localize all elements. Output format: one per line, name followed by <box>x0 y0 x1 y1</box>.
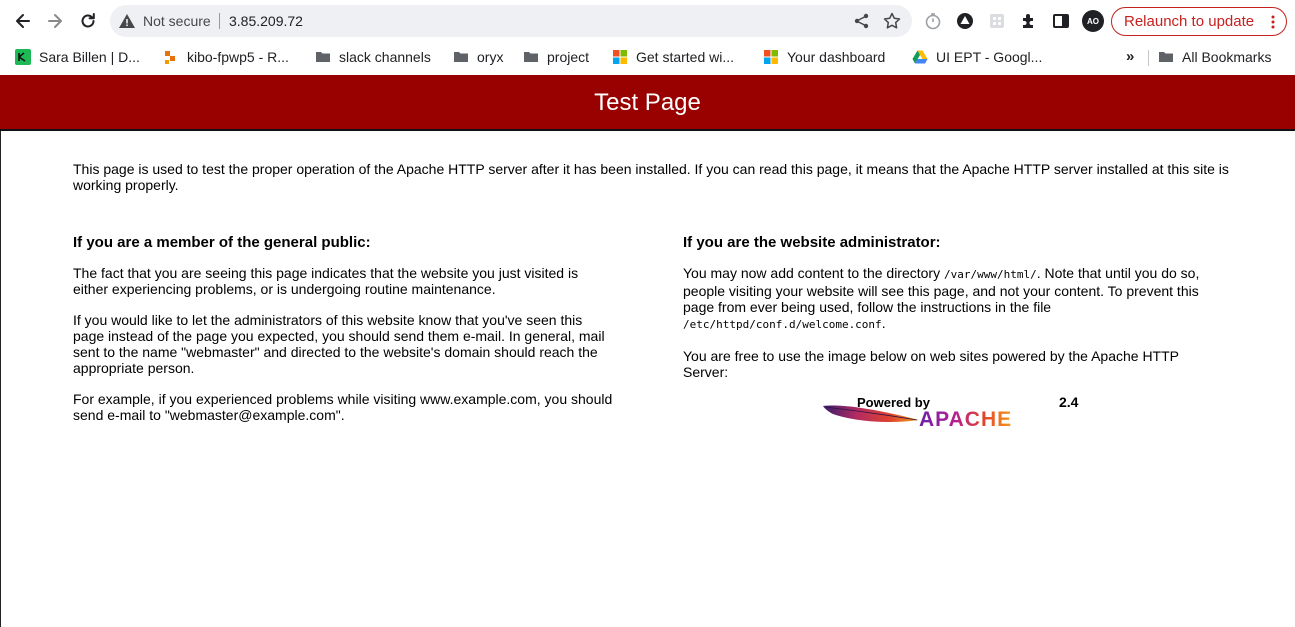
bookmark-folder[interactable]: oryx <box>453 48 503 66</box>
folder-icon <box>316 52 330 62</box>
security-status[interactable]: Not secure <box>143 13 211 29</box>
public-paragraph-3: For example, if you experienced problems… <box>73 391 613 423</box>
admin-text-before: You may now add content to the directory <box>683 265 944 281</box>
kebab-menu-icon[interactable] <box>1269 14 1277 30</box>
extension-grid-icon[interactable] <box>987 11 1007 31</box>
bookmark-item[interactable]: Your dashboard <box>763 48 885 66</box>
extension-triangle-icon[interactable] <box>955 11 975 31</box>
folder-icon <box>1159 52 1173 62</box>
bookmark-label: Sara Billen | D... <box>39 49 140 65</box>
reload-button[interactable] <box>76 9 100 33</box>
microsoft-icon <box>613 50 627 64</box>
apache-version: 2.4 <box>1059 394 1079 410</box>
general-public-heading: If you are a member of the general publi… <box>73 234 371 251</box>
relaunch-to-update-button[interactable]: Relaunch to update <box>1111 7 1287 36</box>
intro-paragraph: This page is used to test the proper ope… <box>73 161 1229 193</box>
public-paragraph-2: If you would like to let the administrat… <box>73 312 605 376</box>
administrator-heading: If you are the website administrator: <box>683 234 941 251</box>
green-favicon-icon <box>15 49 31 65</box>
bookmark-folder[interactable]: project <box>523 48 589 66</box>
all-bookmarks-button[interactable]: All Bookmarks <box>1158 48 1271 66</box>
forward-arrow-icon <box>48 14 62 28</box>
bookmark-item[interactable]: Sara Billen | D... <box>15 48 140 66</box>
back-arrow-icon <box>16 14 30 28</box>
omnibox-divider <box>219 13 220 29</box>
bookmark-label: oryx <box>477 49 504 65</box>
bookmark-label: project <box>547 49 590 65</box>
document-root-path: /var/www/html/ <box>943 268 1037 281</box>
address-bar[interactable]: Not secure 3.85.209.72 <box>110 5 912 37</box>
google-drive-icon <box>912 50 928 64</box>
microsoft-icon <box>764 50 778 64</box>
folder-icon <box>454 52 468 62</box>
extensions-puzzle-icon[interactable] <box>1019 11 1039 31</box>
url-text[interactable]: 3.85.209.72 <box>229 13 303 29</box>
bookmark-star-icon[interactable] <box>882 11 902 31</box>
page-banner: Test Page <box>0 75 1295 131</box>
bookmark-folder[interactable]: slack channels <box>315 48 431 66</box>
public-paragraph-1: The fact that you are seeing this page i… <box>73 265 579 297</box>
profile-avatar[interactable]: AO <box>1082 10 1104 32</box>
bookmark-item[interactable]: kibo-fpwp5 - R... <box>163 48 289 66</box>
admin-paragraph-1: You may now add content to the directory… <box>683 265 1223 333</box>
side-panel-icon[interactable] <box>1051 11 1071 31</box>
page-title: Test Page <box>594 89 701 116</box>
bookmark-item[interactable]: Get started wi... <box>612 48 734 66</box>
admin-paragraph-2: You are free to use the image below on w… <box>683 348 1179 380</box>
browser-toolbar: Not secure 3.85.209.72 AO Relaunch to up… <box>0 0 1295 42</box>
bookmark-label: Get started wi... <box>636 49 735 65</box>
welcome-conf-path: /etc/httpd/conf.d/welcome.conf <box>683 318 882 331</box>
forward-button[interactable] <box>43 9 67 33</box>
powered-by-apache-badge: Powered by 2.4 APACHE <box>821 394 1085 431</box>
orange-favicon-icon <box>165 51 175 64</box>
all-bookmarks-label: All Bookmarks <box>1182 49 1272 65</box>
warning-triangle-icon[interactable] <box>118 12 136 30</box>
page-border <box>0 131 1 627</box>
administrator-section: If you are the website administrator: Yo… <box>683 234 1223 431</box>
extension-timer-icon[interactable] <box>923 11 943 31</box>
admin-text-after: . <box>881 315 886 331</box>
apache-wordmark: APACHE <box>919 408 1013 431</box>
relaunch-label: Relaunch to update <box>1124 13 1255 30</box>
folder-icon <box>524 52 538 62</box>
bookmarks-overflow-button[interactable]: » <box>1126 48 1134 65</box>
bookmark-label: Your dashboard <box>787 49 886 65</box>
bookmark-label: kibo-fpwp5 - R... <box>187 49 289 65</box>
reload-icon <box>81 13 95 28</box>
bookmark-item[interactable]: UI EPT - Googl... <box>912 48 1042 66</box>
bookmarks-divider <box>1148 50 1149 66</box>
back-button[interactable] <box>11 9 35 33</box>
general-public-section: If you are a member of the general publi… <box>73 234 613 438</box>
bookmark-label: UI EPT - Googl... <box>936 49 1043 65</box>
bookmarks-bar: Sara Billen | D... kibo-fpwp5 - R... sla… <box>0 42 1295 74</box>
share-icon[interactable] <box>852 11 872 31</box>
bookmark-label: slack channels <box>339 49 431 65</box>
web-page: Test Page This page is used to test the … <box>0 75 1295 627</box>
